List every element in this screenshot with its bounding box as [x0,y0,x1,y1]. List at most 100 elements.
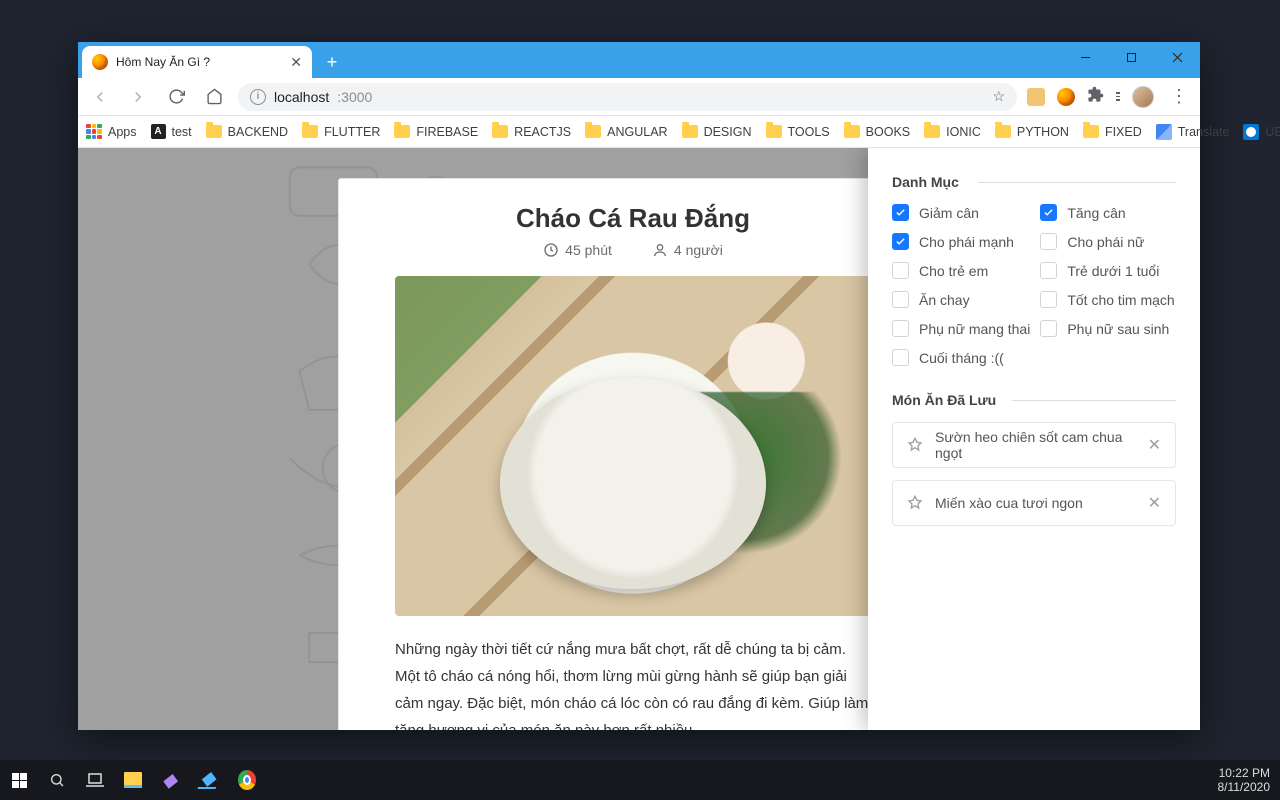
maximize-button[interactable] [1108,42,1154,72]
close-button[interactable] [1154,42,1200,72]
extensions-button[interactable] [1087,86,1104,108]
recipe-meta: 45 phút 4 người [339,242,927,276]
bookmark-folder-design[interactable]: DESIGN [682,125,752,139]
folder-icon [492,125,508,138]
bookmark-translate[interactable]: Translate [1156,124,1230,140]
folder-icon [1083,125,1099,138]
category-checkbox[interactable]: Phụ nữ sau sinh [1040,320,1176,337]
browser-window: Hôm Nay Ăn Gì ? ✕ + i localhost :3000 ☆ ⋮ [78,42,1200,730]
category-checkbox[interactable]: Cho trẻ em [892,262,1030,279]
checkbox-icon [892,320,909,337]
recipe-description: Những ngày thời tiết cứ nắng mưa bất chợ… [339,616,927,730]
extension-icon[interactable] [1027,88,1045,106]
home-button[interactable] [200,83,228,111]
category-label: Cuối tháng :(( [919,350,1004,366]
windows-taskbar: ◆ ◆ 10:22 PM 8/11/2020 [0,760,1280,800]
bookmark-folder-fixed[interactable]: FIXED [1083,125,1142,139]
folder-icon [206,125,222,138]
category-checkbox[interactable]: Cuối tháng :(( [892,349,1030,366]
chrome-menu-button[interactable]: ⋮ [1166,86,1192,107]
category-label: Cho trẻ em [919,263,988,279]
profile-avatar[interactable] [1132,86,1154,108]
category-checkbox[interactable]: Cho phái nữ [1040,233,1176,250]
titlebar: Hôm Nay Ăn Gì ? ✕ + [78,42,1200,78]
recipe-title: Cháo Cá Rau Đắng [339,179,927,242]
category-label: Tăng cân [1067,205,1125,221]
clock-icon [543,242,559,258]
bookmark-folder-reactjs[interactable]: REACTJS [492,125,571,139]
back-button[interactable] [86,83,114,111]
system-tray-clock[interactable]: 10:22 PM 8/11/2020 [1218,766,1271,795]
pin-icon [907,437,923,453]
remove-saved-button[interactable]: ✕ [1148,493,1161,513]
category-label: Phụ nữ mang thai [919,321,1030,337]
checkbox-icon [892,204,909,221]
vscode-button[interactable]: ◆ [198,771,221,789]
bookmark-folder-python[interactable]: PYTHON [995,125,1069,139]
checkbox-icon [892,291,909,308]
tab-close-button[interactable]: ✕ [290,54,302,71]
bookmark-folder-tools[interactable]: TOOLS [766,125,830,139]
apps-shortcut[interactable]: Apps [86,124,137,140]
category-label: Giảm cân [919,205,979,221]
bookmark-folder-firebase[interactable]: FIREBASE [394,125,478,139]
url-port: :3000 [337,89,372,105]
category-label: Cho phái nữ [1067,234,1144,250]
angular-icon: A [151,124,166,139]
tab-title: Hôm Nay Ăn Gì ? [116,55,210,69]
burger-extension-icon[interactable] [1057,88,1075,106]
category-checkbox[interactable]: Tốt cho tim mạch [1040,291,1176,308]
category-checkbox[interactable]: Phụ nữ mang thai [892,320,1030,337]
browser-tab[interactable]: Hôm Nay Ăn Gì ? ✕ [82,46,312,78]
address-bar: i localhost :3000 ☆ ⋮ [78,78,1200,116]
recipe-photo [395,276,871,616]
task-view-button[interactable] [86,771,104,789]
bookmarks-bar: Apps Atest BACKEND FLUTTER FIREBASE REAC… [78,116,1200,148]
category-checkbox[interactable]: Tăng cân [1040,204,1176,221]
file-explorer-button[interactable] [124,771,142,789]
categories-grid: Giảm cân Tăng cân Cho phái mạnh Cho phái nữ… [892,204,1176,366]
clock-time: 10:22 PM [1218,766,1271,780]
bookmark-folder-ionic[interactable]: IONIC [924,125,981,139]
checkbox-icon [892,233,909,250]
chrome-icon [238,770,256,790]
category-label: Phụ nữ sau sinh [1067,321,1169,337]
category-label: Ăn chay [919,292,970,308]
windows-logo-icon [12,773,27,788]
bookmark-test[interactable]: Atest [151,124,192,139]
category-checkbox[interactable]: Trẻ dưới 1 tuổi [1040,262,1176,279]
minimize-button[interactable] [1062,42,1108,72]
omnibox[interactable]: i localhost :3000 ☆ [238,83,1017,111]
category-checkbox[interactable]: Ăn chay [892,291,1030,308]
pin-icon [907,495,923,511]
remove-saved-button[interactable]: ✕ [1148,435,1161,455]
bookmark-uetmail[interactable]: UETMail - Đăng nhập [1243,124,1280,140]
saved-recipe-item[interactable]: Miến xào cua tươi ngon✕ [892,480,1176,526]
checkbox-icon [892,262,909,279]
chrome-taskbar-button[interactable] [238,771,256,789]
reload-button[interactable] [162,83,190,111]
clock-date: 8/11/2020 [1218,780,1271,794]
forward-button[interactable] [124,83,152,111]
category-checkbox[interactable]: Giảm cân [892,204,1030,221]
saved-recipe-item[interactable]: Sườn heo chiên sốt cam chua ngọt ✕ [892,422,1176,468]
visual-studio-button[interactable]: ◆ [160,771,183,789]
bookmark-star-icon[interactable]: ☆ [992,88,1005,105]
checkbox-icon [1040,262,1057,279]
bookmark-folder-angular[interactable]: ANGULAR [585,125,667,139]
folder-icon [766,125,782,138]
url-host: localhost [274,89,329,105]
settings-dots-icon[interactable] [1116,92,1120,101]
category-checkbox[interactable]: Cho phái mạnh [892,233,1030,250]
saved-recipe-name: Sườn heo chiên sốt cam chua ngọt [935,429,1136,461]
bookmark-folder-books[interactable]: BOOKS [844,125,910,139]
bookmark-folder-backend[interactable]: BACKEND [206,125,288,139]
start-button[interactable] [10,771,28,789]
new-tab-button[interactable]: + [318,48,346,76]
bookmark-folder-flutter[interactable]: FLUTTER [302,125,380,139]
site-info-icon[interactable]: i [250,89,266,105]
page-viewport: Cháo Cá Rau Đắng 45 phút 4 người Những n… [78,148,1200,730]
burger-favicon-icon [92,54,108,70]
translate-icon [1156,124,1172,140]
search-button[interactable] [48,771,66,789]
